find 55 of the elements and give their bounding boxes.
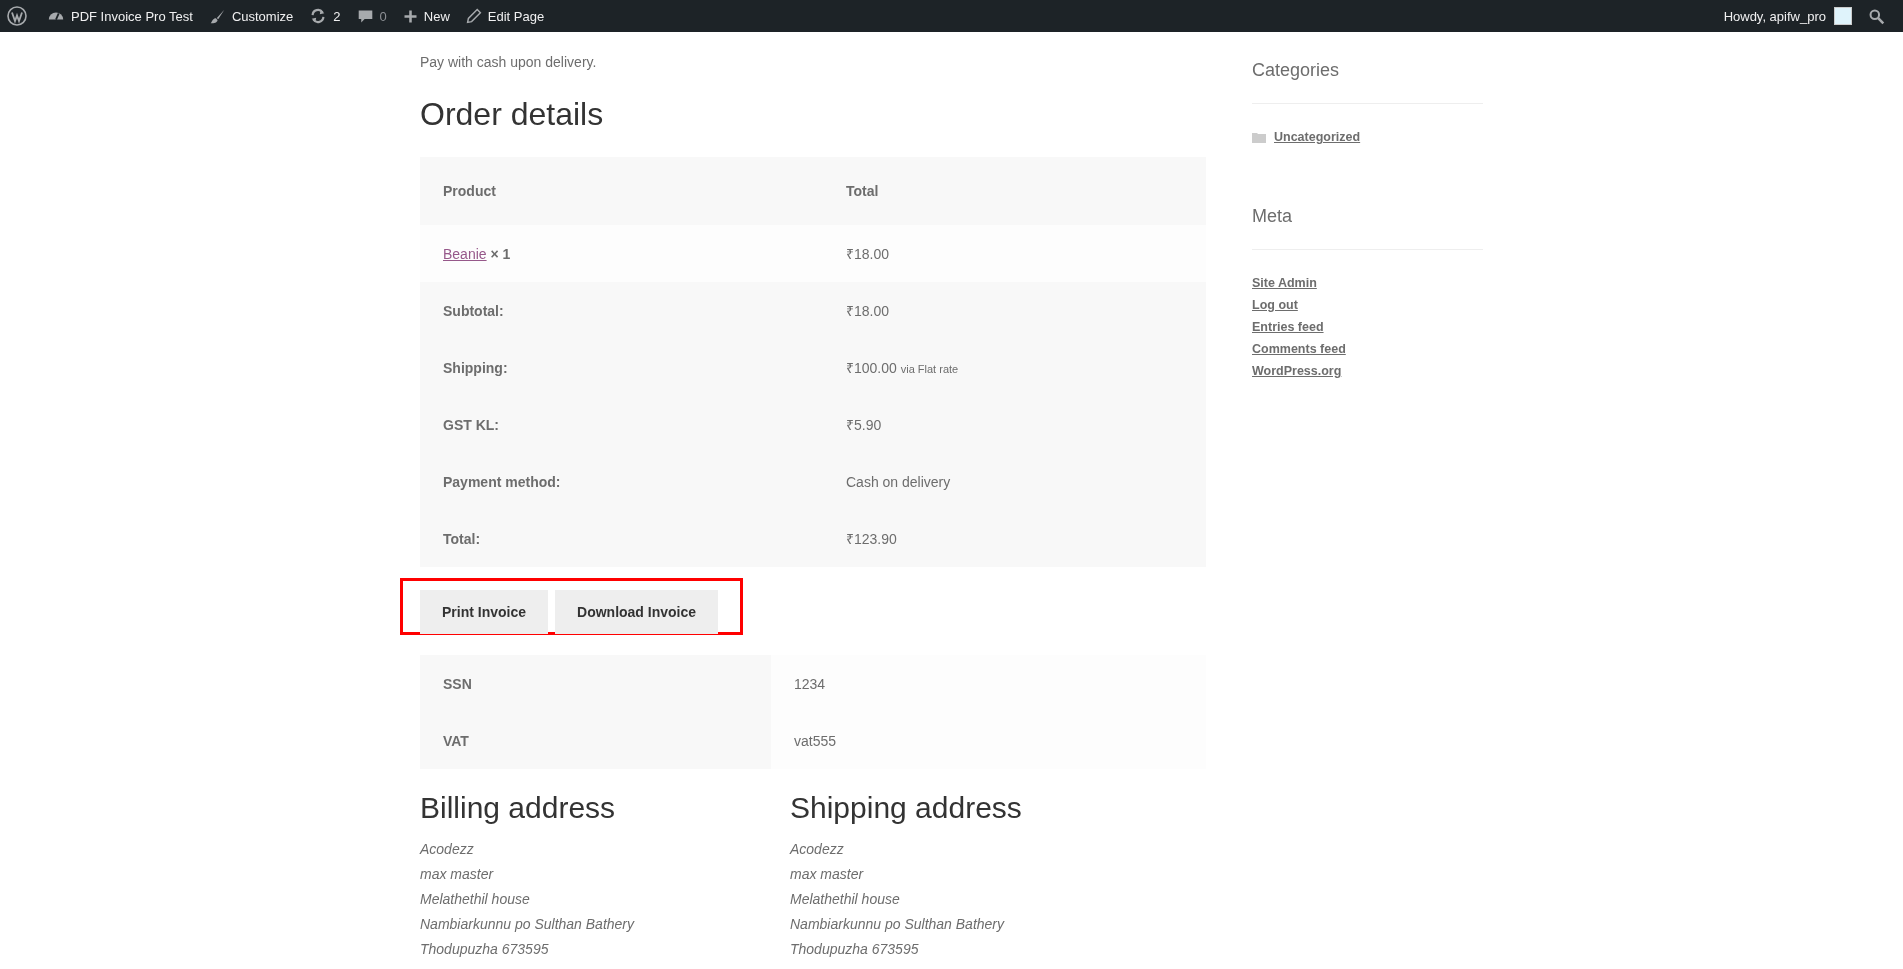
row-label: SSN bbox=[420, 655, 771, 712]
plus-icon bbox=[402, 8, 418, 24]
address-line: Nambiarkunnu po Sulthan Bathery bbox=[420, 915, 636, 934]
table-cell: ₹100.00 bbox=[846, 360, 897, 376]
address-heading: Billing address bbox=[420, 791, 617, 825]
table-cell: ₹18.00 bbox=[823, 225, 1206, 282]
folder-icon bbox=[1252, 131, 1266, 143]
row-label: Shipping: bbox=[420, 339, 823, 396]
admin-bar-link[interactable]: 0 bbox=[348, 7, 395, 25]
address-line: Acodezz bbox=[420, 840, 475, 859]
address-heading: Shipping address bbox=[790, 791, 1023, 825]
row-label: Subtotal: bbox=[420, 282, 823, 339]
invoice-button[interactable]: Print Invoice bbox=[420, 590, 549, 634]
row-label: Payment method: bbox=[420, 453, 823, 510]
admin-bar-link[interactable]: Edit Page bbox=[457, 8, 553, 24]
address-line: Thodupuzha 673595 bbox=[790, 940, 920, 959]
search-icon[interactable] bbox=[1868, 7, 1885, 25]
pencil-icon bbox=[465, 8, 482, 24]
product-link[interactable]: Beanie bbox=[443, 245, 487, 262]
table-cell: ₹123.90 bbox=[823, 510, 1206, 567]
address-line: max master bbox=[420, 865, 495, 884]
column-header: Product bbox=[420, 157, 823, 225]
sidebar-link[interactable]: WordPress.org bbox=[1252, 360, 1342, 382]
admin-bar-link[interactable]: New bbox=[394, 8, 458, 24]
payment-note: Pay with cash upon delivery. bbox=[420, 54, 598, 70]
address-line: Nambiarkunnu po Sulthan Bathery bbox=[790, 915, 1006, 934]
table-cell: Cash on delivery bbox=[823, 453, 1206, 510]
admin-bar-link[interactable]: Customize bbox=[200, 7, 302, 25]
sidebar-link[interactable]: Log out bbox=[1252, 294, 1298, 316]
row-label: VAT bbox=[420, 712, 771, 769]
address-line: Thodupuzha 673595 bbox=[420, 940, 550, 959]
sidebar-link[interactable]: Entries feed bbox=[1252, 316, 1324, 338]
widget-title: Meta bbox=[1252, 206, 1294, 227]
table-cell: ₹18.00 bbox=[823, 282, 1206, 339]
widget-title: Categories bbox=[1252, 60, 1341, 81]
column-header: Total bbox=[823, 157, 1206, 225]
sidebar-link[interactable]: Uncategorized bbox=[1274, 126, 1361, 148]
address-line: Melathethil house bbox=[420, 890, 531, 909]
sidebar-link[interactable]: Comments feed bbox=[1252, 338, 1346, 360]
account-link[interactable]: Howdy, apifw_pro bbox=[1715, 8, 1834, 24]
row-label: GST KL: bbox=[420, 396, 823, 453]
address-line: Acodezz bbox=[790, 840, 845, 859]
sidebar-link[interactable]: Site Admin bbox=[1252, 272, 1317, 294]
table-cell: ₹5.90 bbox=[823, 396, 1206, 453]
admin-bar-link[interactable]: 2 bbox=[301, 7, 349, 25]
row-label: Total: bbox=[420, 510, 823, 567]
avatar-icon bbox=[1834, 7, 1852, 25]
address-line: max master bbox=[790, 865, 865, 884]
section-heading: Order details bbox=[420, 96, 605, 133]
admin-bar-link[interactable]: PDF Invoice Pro Test bbox=[39, 7, 201, 25]
address-line: Melathethil house bbox=[790, 890, 901, 909]
shipping-note: via Flat rate bbox=[900, 363, 959, 375]
invoice-button[interactable]: Download Invoice bbox=[555, 590, 719, 634]
quantity: × 1 bbox=[490, 245, 511, 262]
wordpress-logo-icon[interactable] bbox=[7, 6, 27, 26]
